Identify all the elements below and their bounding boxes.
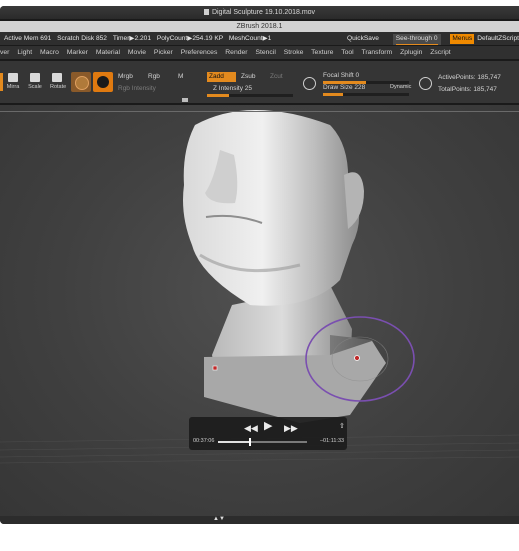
see-through-value: 0 [433, 35, 438, 42]
scale-label: Scale [28, 84, 42, 90]
movie-player-window: Digital Sculpture 19.10.2018.mov ZBrush … [0, 6, 519, 524]
sculpt-canvas [0, 110, 519, 464]
share-icon: ⇧ [339, 423, 345, 430]
sculpt-head [183, 110, 360, 306]
menu-item-texture[interactable]: Texture [311, 49, 333, 56]
polycount: PolyCount▶254.19 KP [156, 35, 224, 42]
app-title: ZBrush 2018.1 [236, 23, 283, 30]
z-intensity-slider[interactable] [207, 94, 293, 97]
play-icon: ▶ [264, 420, 273, 432]
bottom-tray-toggle-icon[interactable]: ▲▼ [213, 516, 225, 522]
menu-item-render[interactable]: Render [225, 49, 247, 56]
menu-item-stroke[interactable]: Stroke [284, 49, 304, 56]
mrgb-button[interactable]: Mrgb [118, 73, 133, 80]
draw-size-fill [323, 93, 343, 96]
bottom-strip [0, 516, 519, 524]
mirror-label: Mirra [6, 84, 20, 90]
zsub-button[interactable]: Zsub [241, 73, 255, 80]
zadd-button[interactable]: Zadd [207, 72, 236, 82]
scroll-handle[interactable] [182, 98, 188, 102]
scale-tool[interactable]: Scale [28, 73, 42, 91]
menu-item-zscript[interactable]: Zscript [430, 49, 450, 56]
top-shelf: Mirra Scale Rotate Mrgb Rgb M Rgb Intens… [0, 61, 519, 103]
canvas-viewport[interactable]: ◀◀ ▶ ▶▶ ⇧ 00:37:06 –01:11:33 [0, 105, 519, 516]
rgb-intensity-slider[interactable]: Rgb Intensity [118, 85, 156, 92]
scrub-head[interactable] [249, 438, 252, 446]
focal-shift-label: Focal Shift 0 [323, 72, 360, 79]
fast-forward-button[interactable]: ▶▶ [284, 424, 298, 433]
menu-item-transform[interactable]: Transform [361, 49, 392, 56]
draw-size-label: Draw Size 228 [323, 84, 366, 91]
dynamic-toggle[interactable]: Dynamic [390, 84, 411, 90]
active-points: ActivePoints: 185,747 [438, 74, 501, 81]
fast-forward-icon: ▶▶ [284, 423, 298, 433]
meshcount: MeshCount▶1 [228, 35, 272, 42]
brush-cursor-dot [354, 355, 360, 361]
scrub-progress [218, 441, 250, 443]
menu-item-stencil[interactable]: Stencil [255, 49, 275, 56]
rotate-label: Rotate [50, 84, 67, 90]
share-button[interactable]: ⇧ [339, 422, 345, 431]
menu-item-light[interactable]: Light [17, 49, 32, 56]
active-mem: Active Mem 691 [4, 35, 52, 42]
menu-item-movie[interactable]: Movie [128, 49, 146, 56]
timer: Timer▶2.201 [112, 35, 151, 42]
menu-bar: ver Light Macro Marker Material Movie Pi… [0, 46, 519, 59]
scale-icon [30, 73, 40, 82]
rotate-tool[interactable]: Rotate [50, 73, 67, 91]
rewind-button[interactable]: ◀◀ [244, 424, 258, 433]
menus-toggle[interactable]: Menus [450, 34, 475, 44]
lazy-mouse-icon[interactable] [303, 77, 316, 90]
default-zscript-button[interactable]: DefaultZScript [477, 35, 519, 42]
status-bar: Active Mem 691 Scratch Disk 852 Timer▶2.… [0, 32, 519, 45]
elapsed-time: 00:37:06 [193, 438, 215, 444]
menu-item-preferences[interactable]: Preferences [181, 49, 218, 56]
z-intensity-fill [207, 94, 229, 97]
menu-item-zplugin[interactable]: Zplugin [400, 49, 422, 56]
menu-item-tool[interactable]: Tool [341, 49, 353, 56]
mirror-tool[interactable]: Mirra [6, 73, 20, 91]
scratch-disk: Scratch Disk 852 [57, 35, 107, 42]
total-points: TotalPoints: 185,747 [438, 86, 497, 93]
zbrush-title-bar: ZBrush 2018.1 [0, 21, 519, 32]
menu-item-macro[interactable]: Macro [40, 49, 59, 56]
player-controls: ◀◀ ▶ ▶▶ ⇧ 00:37:06 –01:11:33 [189, 417, 347, 450]
menu-item-picker[interactable]: Picker [154, 49, 173, 56]
rotate-icon [52, 73, 62, 82]
z-intensity-label: Z Intensity 25 [213, 85, 253, 92]
scrub-bar[interactable] [218, 438, 307, 446]
viewport-top-line [0, 111, 519, 112]
rewind-icon: ◀◀ [244, 423, 258, 433]
movie-title: Digital Sculpture 19.10.2018.mov [211, 9, 316, 16]
pivot-marker [212, 365, 218, 371]
play-button[interactable]: ▶ [264, 420, 273, 432]
draw-size-slider[interactable] [323, 93, 409, 96]
material-sphere-icon [75, 76, 89, 90]
mirror-icon [8, 73, 18, 82]
material-button[interactable] [71, 72, 91, 92]
zcut-button[interactable]: Zcut [270, 73, 283, 80]
movie-title-bar: Digital Sculpture 19.10.2018.mov [0, 6, 519, 19]
menu-item-material[interactable]: Material [96, 49, 120, 56]
document-icon [203, 9, 209, 15]
rgb-button[interactable]: Rgb [148, 73, 160, 80]
m-button[interactable]: M [178, 73, 183, 80]
menu-item-marker[interactable]: Marker [67, 49, 88, 56]
brush-button[interactable] [93, 72, 113, 92]
shelf-edge-marker [0, 73, 3, 91]
quicksave-button[interactable]: QuickSave [347, 35, 379, 42]
brush-icon [97, 76, 109, 88]
remaining-time: –01:11:33 [320, 438, 345, 444]
see-through-slider[interactable]: See-through 0 [392, 34, 441, 45]
menu-item-ver[interactable]: ver [0, 49, 9, 56]
transp-icon[interactable] [419, 77, 432, 90]
